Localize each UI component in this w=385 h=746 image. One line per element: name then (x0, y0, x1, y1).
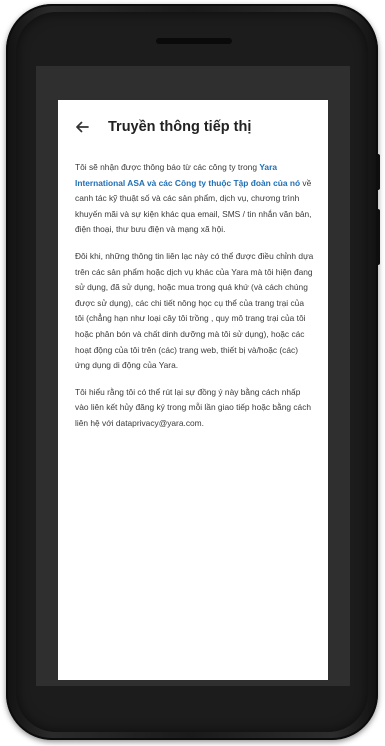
back-button[interactable] (72, 117, 92, 137)
paragraph-personalization: Đôi khi, những thông tin liên lạc này có… (75, 250, 314, 371)
consent-text: Tôi sẽ nhận được thông báo từ các công t… (58, 154, 328, 432)
paragraph-intro: Tôi sẽ nhận được thông báo từ các công t… (75, 160, 314, 238)
device-bottom-bezel (36, 686, 350, 716)
volume-button (376, 154, 380, 190)
page-title: Truyền thông tiếp thị (108, 119, 252, 135)
device-screen: Truyền thông tiếp thị Tôi sẽ nhận được t… (36, 66, 350, 686)
status-bar (36, 66, 350, 92)
intro-prefix: Tôi sẽ nhận được thông báo từ các công t… (75, 162, 260, 172)
app-bar: Truyền thông tiếp thị (58, 100, 328, 154)
earpiece-speaker (156, 38, 232, 44)
device-mockup: Truyền thông tiếp thị Tôi sẽ nhận được t… (0, 0, 385, 746)
arrow-left-icon (76, 121, 89, 133)
marketing-consent-page: Truyền thông tiếp thị Tôi sẽ nhận được t… (58, 100, 328, 680)
power-button (376, 209, 380, 265)
paragraph-withdrawal: Tôi hiểu rằng tôi có thể rút lại sự đồng… (75, 386, 312, 428)
